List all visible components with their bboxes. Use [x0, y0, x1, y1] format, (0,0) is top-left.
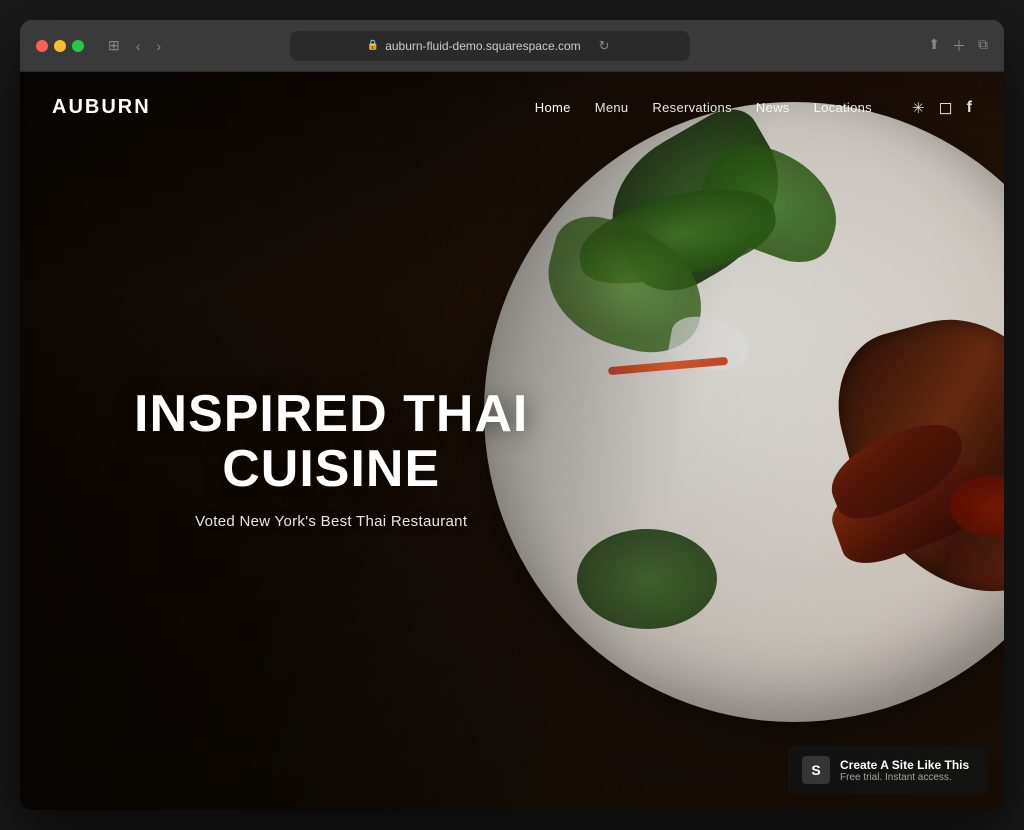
instagram-icon[interactable]: ◻ [939, 98, 953, 118]
nav-home[interactable]: Home [535, 100, 571, 115]
website-content: AUBURN Home Menu Reservations News Locat… [20, 72, 1004, 810]
browser-window: ⊞ ‹ › 🔒 auburn-fluid-demo.squarespace.co… [20, 20, 1004, 810]
cta-title: Create A Site Like This [840, 758, 969, 772]
cta-banner[interactable]: S Create A Site Like This Free trial. In… [788, 746, 988, 794]
browser-controls: ⊞ ‹ › [104, 35, 165, 56]
browser-chrome: ⊞ ‹ › 🔒 auburn-fluid-demo.squarespace.co… [20, 20, 1004, 72]
hero-subtitle: Voted New York's Best Thai Restaurant [52, 513, 610, 530]
traffic-lights [36, 40, 84, 52]
site-logo[interactable]: AUBURN [52, 96, 151, 119]
nav-menu[interactable]: Menu [595, 100, 629, 115]
sidebar-toggle-icon[interactable]: ⊞ [104, 35, 124, 56]
nav-reservations[interactable]: Reservations [652, 100, 731, 115]
browser-actions: ⬆ ＋ ⧉ [928, 36, 988, 56]
facebook-icon[interactable]: f [967, 99, 972, 117]
cta-text: Create A Site Like This Free trial. Inst… [840, 758, 969, 783]
minimize-button[interactable] [54, 40, 66, 52]
tab-overview-icon[interactable]: ⧉ [978, 36, 988, 56]
maximize-button[interactable] [72, 40, 84, 52]
social-links: ✳ ◻ f [912, 98, 972, 118]
squarespace-icon: S [802, 756, 830, 784]
address-bar[interactable]: 🔒 auburn-fluid-demo.squarespace.com ↻ [290, 31, 690, 61]
hero-title: INSPIRED THAI CUISINE [52, 387, 610, 496]
nav-locations[interactable]: Locations [814, 100, 872, 115]
navigation: AUBURN Home Menu Reservations News Locat… [20, 72, 1004, 143]
lock-icon: 🔒 [367, 40, 379, 51]
forward-icon[interactable]: › [152, 36, 165, 56]
hero-title-line2: CUISINE [222, 440, 440, 498]
yelp-icon[interactable]: ✳ [912, 99, 925, 117]
back-icon[interactable]: ‹ [132, 36, 145, 56]
url-text: auburn-fluid-demo.squarespace.com [385, 39, 580, 53]
close-button[interactable] [36, 40, 48, 52]
hero-title-line1: INSPIRED THAI [134, 385, 528, 443]
cta-subtitle: Free trial. Instant access. [840, 772, 969, 783]
hero-content: INSPIRED THAI CUISINE Voted New York's B… [52, 387, 610, 529]
share-icon[interactable]: ⬆ [928, 36, 940, 56]
new-tab-icon[interactable]: ＋ [952, 36, 966, 56]
nav-news[interactable]: News [756, 100, 790, 115]
refresh-icon[interactable]: ↻ [595, 36, 614, 56]
nav-links: Home Menu Reservations News Locations ✳ … [535, 98, 972, 118]
